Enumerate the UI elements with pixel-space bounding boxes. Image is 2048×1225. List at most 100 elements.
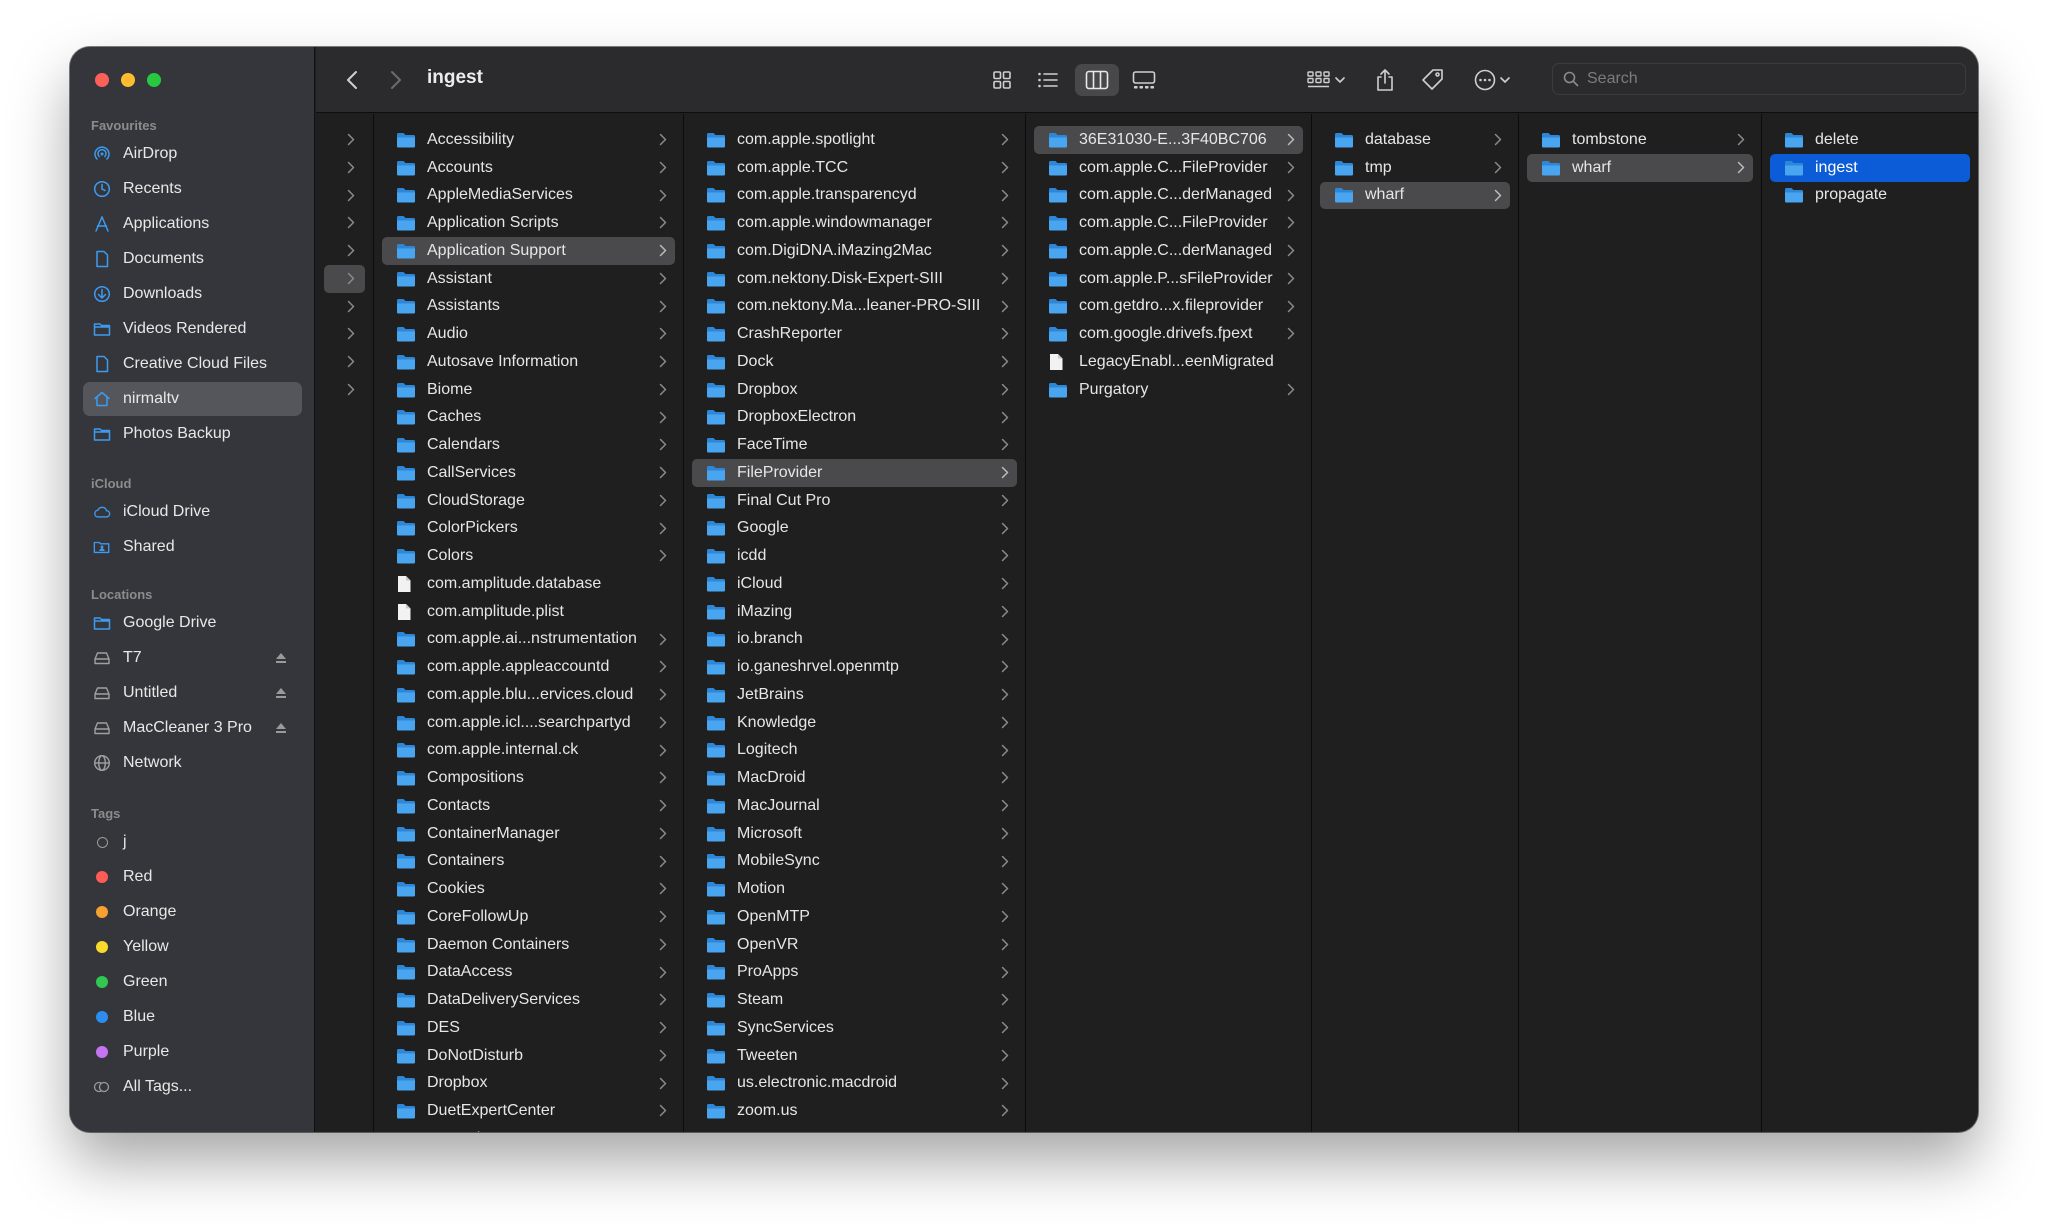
sidebar-item-network[interactable]: Network xyxy=(83,746,302,780)
file-row[interactable]: com.amplitude.plist xyxy=(382,598,675,626)
folder-row[interactable]: MobileSync xyxy=(692,848,1017,876)
sidebar-item-maccleaner-3-pro[interactable]: MacCleaner 3 Pro xyxy=(83,711,302,745)
folder-row[interactable]: Google xyxy=(692,515,1017,543)
folder-row[interactable]: OpenVR xyxy=(692,931,1017,959)
truncated-folder-row[interactable] xyxy=(324,182,365,210)
list-view-button[interactable] xyxy=(1030,64,1066,96)
folder-row[interactable]: com.apple.windowmanager xyxy=(692,209,1017,237)
eject-icon[interactable] xyxy=(274,686,288,700)
folder-row[interactable]: Colors xyxy=(382,542,675,570)
tag-button[interactable] xyxy=(1416,64,1450,96)
folder-row[interactable]: ingest xyxy=(1770,153,1970,182)
folder-row[interactable]: FileProvider xyxy=(692,459,1017,487)
sidebar-item-recents[interactable]: Recents xyxy=(83,172,302,206)
group-by-button[interactable] xyxy=(1300,64,1352,96)
folder-row[interactable]: com.apple.spotlight xyxy=(692,126,1017,154)
folder-row[interactable]: DoNotDisturb xyxy=(382,1042,675,1070)
gallery-view-button[interactable] xyxy=(1126,64,1162,96)
folder-row[interactable]: delete xyxy=(1770,126,1970,154)
folder-row[interactable]: OpenMTP xyxy=(692,903,1017,931)
folder-row[interactable]: Dock xyxy=(692,348,1017,376)
folder-row[interactable]: Contacts xyxy=(382,792,675,820)
icon-view-button[interactable] xyxy=(984,64,1020,96)
sidebar-item-videos-rendered[interactable]: Videos Rendered xyxy=(83,312,302,346)
folder-row[interactable]: icdd xyxy=(692,542,1017,570)
folder-row[interactable]: Containers xyxy=(382,848,675,876)
folder-row[interactable]: io.branch xyxy=(692,626,1017,654)
truncated-folder-row[interactable] xyxy=(324,348,365,376)
folder-row[interactable]: Application Support xyxy=(382,237,675,265)
folder-row[interactable]: CoreFollowUp xyxy=(382,903,675,931)
sidebar-item-shared[interactable]: Shared xyxy=(83,530,302,564)
folder-row[interactable]: com.google.drivefs.fpext xyxy=(1034,320,1303,348)
folder-row[interactable]: Cookies xyxy=(382,875,675,903)
column-7[interactable]: delete ingest propagate xyxy=(1762,114,1978,1132)
folder-row[interactable]: ContainerManager xyxy=(382,820,675,848)
sidebar-item-t7[interactable]: T7 xyxy=(83,641,302,675)
folder-row[interactable]: com.apple.C...FileProvider xyxy=(1034,154,1303,182)
folder-row[interactable]: DuetExpertCenter xyxy=(382,1097,675,1125)
folder-row[interactable]: Logitech xyxy=(692,737,1017,765)
sidebar-item-creative-cloud-files[interactable]: Creative Cloud Files xyxy=(83,347,302,381)
folder-row[interactable]: CrashReporter xyxy=(692,320,1017,348)
file-row[interactable]: LegacyEnabl...eenMigrated xyxy=(1034,348,1303,376)
truncated-folder-row[interactable] xyxy=(324,209,365,237)
truncated-folder-row[interactable] xyxy=(324,126,365,154)
column-6[interactable]: tombstone wharf xyxy=(1519,114,1762,1132)
folder-row[interactable]: Tweeten xyxy=(692,1042,1017,1070)
sidebar-item-airdrop[interactable]: AirDrop xyxy=(83,137,302,171)
back-button[interactable] xyxy=(338,64,366,96)
column-3[interactable]: com.apple.spotlight com.apple.TCC com.appl… xyxy=(684,114,1026,1132)
file-row[interactable]: com.amplitude.database xyxy=(382,570,675,598)
folder-row[interactable]: com.apple.transparencyd xyxy=(692,182,1017,210)
truncated-folder-row[interactable] xyxy=(324,376,365,404)
truncated-folder-row[interactable] xyxy=(324,293,365,321)
tag-item-orange[interactable]: Orange xyxy=(83,895,302,929)
truncated-folder-row[interactable] xyxy=(324,237,365,265)
column-5[interactable]: database tmp wharf xyxy=(1312,114,1519,1132)
folder-row[interactable]: tmp xyxy=(1320,154,1510,182)
folder-row[interactable]: database xyxy=(1320,126,1510,154)
sidebar-item-nirmaltv[interactable]: nirmaltv xyxy=(83,382,302,416)
sidebar-item-google-drive[interactable]: Google Drive xyxy=(83,606,302,640)
zoom-button[interactable] xyxy=(147,73,161,87)
folder-row[interactable]: propagate xyxy=(1770,182,1970,210)
folder-row[interactable]: DataDeliveryServices xyxy=(382,986,675,1014)
sidebar-item-icloud-drive[interactable]: iCloud Drive xyxy=(83,495,302,529)
folder-row[interactable]: Accounts xyxy=(382,154,675,182)
folder-row[interactable]: com.nektony.Disk-Expert-SIII xyxy=(692,265,1017,293)
folder-row[interactable]: Assistants xyxy=(382,293,675,321)
sidebar-item-untitled[interactable]: Untitled xyxy=(83,676,302,710)
folder-row[interactable]: com.apple.icl....searchpartyd xyxy=(382,709,675,737)
folder-row[interactable]: com.apple.appleaccountd xyxy=(382,653,675,681)
folder-row[interactable]: zoom.us xyxy=(692,1097,1017,1125)
folder-row[interactable]: Biome xyxy=(382,376,675,404)
tag-item-j[interactable]: j xyxy=(83,825,302,859)
folder-row[interactable]: DataAccess xyxy=(382,959,675,987)
eject-icon[interactable] xyxy=(274,651,288,665)
folder-row[interactable]: com.DigiDNA.iMazing2Mac xyxy=(692,237,1017,265)
folder-row[interactable]: com.getdro...x.fileprovider xyxy=(1034,293,1303,321)
search-field[interactable] xyxy=(1552,63,1966,95)
folder-row[interactable]: ProApps xyxy=(692,959,1017,987)
folder-row[interactable]: Audio xyxy=(382,320,675,348)
truncated-folder-row[interactable] xyxy=(324,320,365,348)
tag-item-red[interactable]: Red xyxy=(83,860,302,894)
folder-row[interactable]: MacJournal xyxy=(692,792,1017,820)
column-4[interactable]: 36E31030-E...3F40BC706 com.apple.C...File… xyxy=(1026,114,1312,1132)
folder-row[interactable]: Autosave Information xyxy=(382,348,675,376)
folder-row[interactable]: Application Scripts xyxy=(382,209,675,237)
folder-row[interactable]: FaceTime xyxy=(692,431,1017,459)
folder-row[interactable]: tombstone xyxy=(1527,126,1753,154)
folder-row[interactable]: com.apple.ai...nstrumentation xyxy=(382,626,675,654)
action-button[interactable] xyxy=(1466,64,1518,96)
folder-row[interactable]: iMazing xyxy=(692,598,1017,626)
sidebar-item-downloads[interactable]: Downloads xyxy=(83,277,302,311)
tag-item-blue[interactable]: Blue xyxy=(83,1000,302,1034)
folder-row[interactable]: AppleMediaServices xyxy=(382,182,675,210)
folder-row[interactable]: MacDroid xyxy=(692,764,1017,792)
tag-item-yellow[interactable]: Yellow xyxy=(83,930,302,964)
folder-row[interactable]: Purgatory xyxy=(1034,376,1303,404)
folder-row[interactable]: ColorPickers xyxy=(382,515,675,543)
folder-row[interactable]: io.ganeshrvel.openmtp xyxy=(692,653,1017,681)
